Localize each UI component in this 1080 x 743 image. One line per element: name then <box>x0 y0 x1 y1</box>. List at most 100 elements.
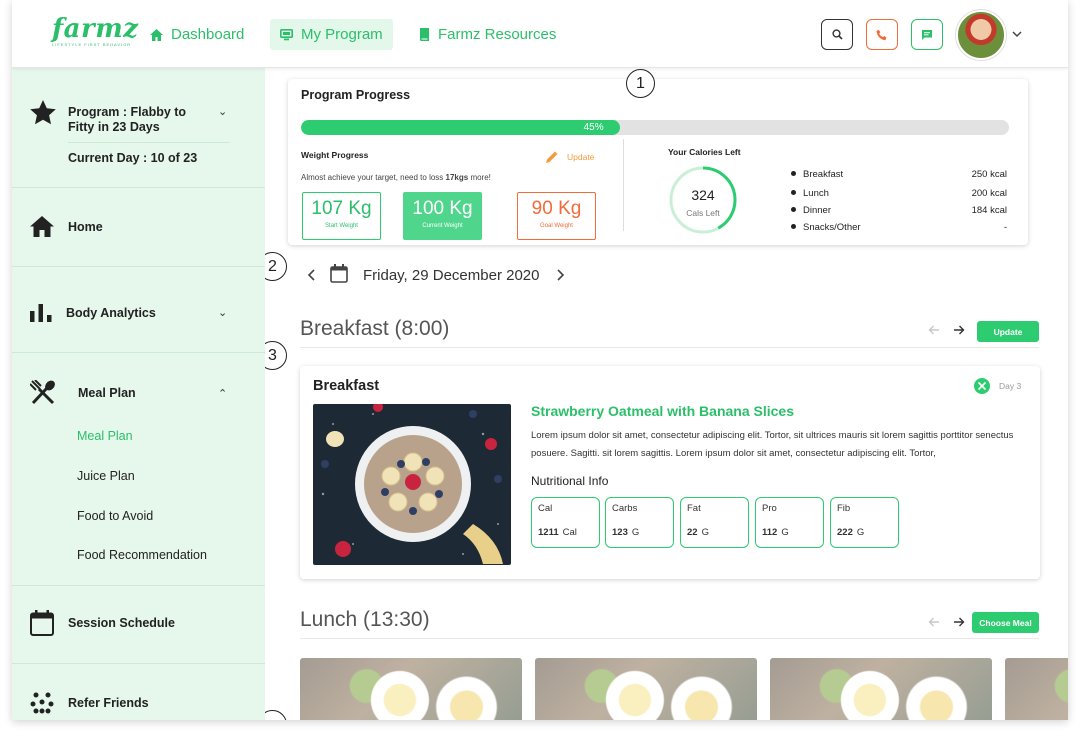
lunch-option-thumbnail[interactable] <box>535 658 757 720</box>
star-icon <box>30 100 56 125</box>
weight-update-link[interactable]: Update <box>546 151 594 163</box>
choose-meal-button[interactable]: Choose Meal <box>972 612 1039 633</box>
start-weight-value: 107 Kg <box>311 198 372 219</box>
nutrient-name: Carbs <box>612 503 638 514</box>
lunch-option-thumbnail[interactable] <box>1005 658 1068 720</box>
nutrient-value: 112 <box>762 527 778 538</box>
meal-kcal-breakfast: 250 kcal <box>971 169 1007 180</box>
previous-date-icon[interactable] <box>307 269 315 281</box>
weight-note-bold: 17kgs <box>445 173 469 182</box>
current-weight-value: 100 Kg <box>412 198 473 219</box>
sidebar-item-home-row: Home <box>30 216 103 237</box>
meal-plan-chevron-up-icon[interactable]: ⌃ <box>218 387 227 400</box>
annotation-marker-2: 2 <box>265 252 287 281</box>
home-icon <box>30 216 54 237</box>
body-analytics-chevron-icon[interactable]: ⌄ <box>218 306 227 319</box>
submenu-juice-plan[interactable]: Juice Plan <box>77 469 135 483</box>
sidebar-item-meal-plan[interactable]: Meal Plan ⌃ Meal Plan Juice Plan Food to… <box>12 353 265 586</box>
app-window: farmz LIFESTYLE FIRST BEHAVIOR Dashboard… <box>12 0 1068 720</box>
goal-weight-value: 90 Kg <box>531 198 582 219</box>
nutrient-unit: G <box>701 527 709 538</box>
sidebar-item-label: Session Schedule <box>68 616 175 630</box>
nutrient-value: 123 <box>612 527 628 538</box>
annotation-marker-4 <box>265 710 287 720</box>
home-icon <box>150 28 163 41</box>
sidebar-item-label: Home <box>68 219 103 234</box>
book-icon <box>420 28 429 41</box>
cals-left-label: Cals Left <box>686 208 720 218</box>
calendar-icon[interactable] <box>330 264 348 283</box>
arrow-left-icon[interactable] <box>928 325 940 335</box>
nutrient-fib: Fib 222 G <box>830 497 899 548</box>
recipe-title[interactable]: Strawberry Oatmeal with Banana Slices <box>531 403 794 419</box>
goal-weight-label: Goal Weight <box>540 223 573 229</box>
lunch-option-thumbnail[interactable] <box>300 658 522 720</box>
program-label: Program : Flabby to Fitty in 23 Days <box>68 105 187 134</box>
weight-note-post: more! <box>468 173 491 182</box>
weight-progress-title: Weight Progress <box>301 150 369 160</box>
lunch-option-thumbnail[interactable] <box>770 658 992 720</box>
sidebar-item-session-schedule-row: Session Schedule <box>30 610 175 636</box>
nav-my-program-label: My Program <box>301 26 383 43</box>
breakfast-section-title: Breakfast (8:00) <box>300 317 450 340</box>
program-progress-title: Program Progress <box>301 88 411 102</box>
weight-note: Almost achieve your target, need to loss… <box>301 173 491 182</box>
goal-weight-box: 90 Kg Goal Weight <box>517 192 596 240</box>
progress-percent: 45% <box>583 122 604 133</box>
sidebar-program-section: Program : Flabby to Fitty in 23 Days ⌄ C… <box>12 68 265 188</box>
user-avatar[interactable] <box>956 10 1006 60</box>
pencil-icon <box>546 151 558 163</box>
nutrient-carbs: Carbs 123 G <box>605 497 674 548</box>
meal-kcal-dinner: 184 kcal <box>971 205 1007 216</box>
arrow-right-icon[interactable] <box>953 617 965 627</box>
meal-row-dinner: Dinner <box>791 205 831 216</box>
sidebar-item-session-schedule[interactable]: Session Schedule <box>12 586 265 664</box>
chevron-down-icon[interactable] <box>1012 31 1022 38</box>
sidebar-item-home[interactable]: Home <box>12 188 265 267</box>
current-weight-box: 100 Kg Current Weight <box>403 192 482 240</box>
sidebar-item-refer-friends[interactable]: Refer Friends <box>12 664 265 720</box>
nav-my-program[interactable]: My Program <box>270 19 393 50</box>
main-content: Program Progress 45% Weight Progress Upd… <box>265 68 1068 720</box>
meal-row-breakfast: Breakfast <box>791 169 843 180</box>
utensils-icon <box>974 378 990 394</box>
program-chevron-icon[interactable]: ⌄ <box>218 105 227 118</box>
nutrient-fat: Fat 22 G <box>680 497 749 548</box>
divider <box>623 139 624 231</box>
breakfast-meal-card: Breakfast Day 3 Strawberry Oatmeal with … <box>300 366 1040 579</box>
search-button[interactable] <box>821 19 853 50</box>
nutritional-info-title: Nutritional Info <box>531 474 609 488</box>
logo-tagline: LIFESTYLE FIRST BEHAVIOR <box>52 42 132 47</box>
nutrient-value: 222 <box>837 527 853 538</box>
submenu-food-recommendation[interactable]: Food Recommendation <box>77 548 207 562</box>
next-date-icon[interactable] <box>557 269 565 281</box>
arrow-right-icon[interactable] <box>953 325 965 335</box>
chat-icon <box>922 29 932 40</box>
sidebar-item-label: Meal Plan <box>78 386 136 400</box>
sidebar-item-body-analytics-row: Body Analytics <box>30 304 156 322</box>
start-weight-label: Start Weight <box>325 223 358 229</box>
meal-card-title: Breakfast <box>313 378 380 394</box>
sidebar-item-body-analytics[interactable]: Body Analytics ⌄ <box>12 267 265 353</box>
recipe-description: Lorem ipsum dolor sit amet, consectetur … <box>531 430 1014 459</box>
program-progress-card: Program Progress 45% Weight Progress Upd… <box>288 79 1028 245</box>
bar-chart-icon <box>30 304 52 322</box>
nav-dashboard[interactable]: Dashboard <box>140 19 254 50</box>
search-icon <box>831 29 843 40</box>
current-weight-label: Current Weight <box>422 223 463 229</box>
nutrient-unit: G <box>781 527 789 538</box>
submenu-meal-plan[interactable]: Meal Plan <box>77 429 133 443</box>
nutrient-pro: Pro 112 G <box>755 497 824 548</box>
nutrient-name: Cal <box>538 503 553 514</box>
nav-farmz-resources[interactable]: Farmz Resources <box>409 19 566 50</box>
submenu-food-to-avoid[interactable]: Food to Avoid <box>77 509 153 523</box>
nutrient-name: Fib <box>837 503 851 514</box>
meal-name: Dinner <box>803 205 831 216</box>
arrow-left-icon[interactable] <box>928 617 940 627</box>
farmz-logo[interactable]: farmz LIFESTYLE FIRST BEHAVIOR <box>52 14 139 47</box>
nav-dashboard-label: Dashboard <box>171 26 245 43</box>
call-button[interactable] <box>866 19 898 50</box>
update-breakfast-button[interactable]: Update <box>977 321 1039 342</box>
nutrient-unit: G <box>856 527 865 538</box>
chat-button[interactable] <box>911 19 943 50</box>
